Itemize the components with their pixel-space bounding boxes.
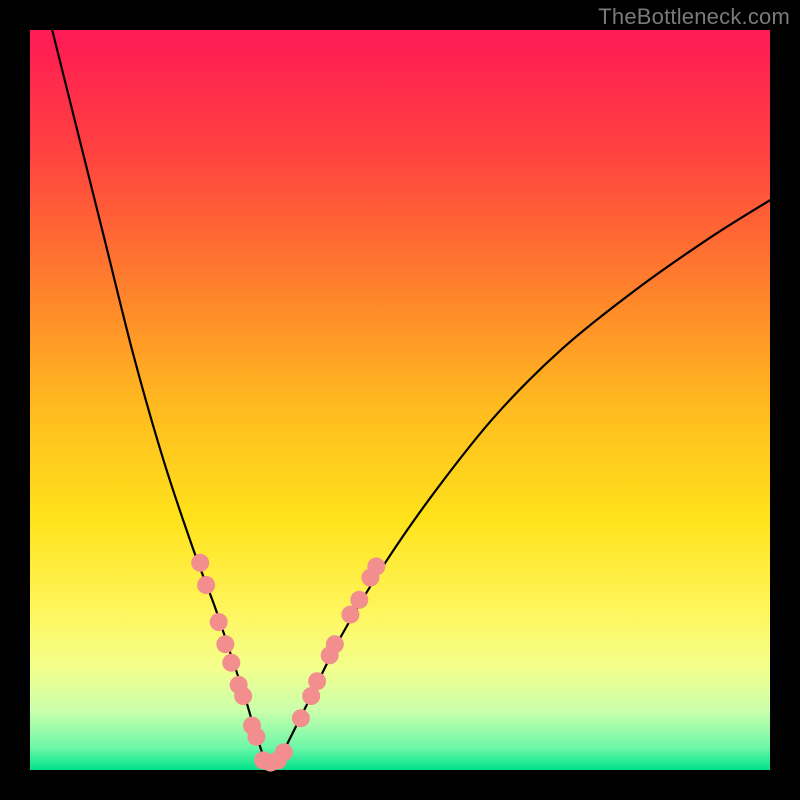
marker-dot — [308, 672, 326, 690]
marker-dot — [247, 728, 265, 746]
marker-dot — [222, 654, 240, 672]
chart-svg — [30, 30, 770, 770]
marker-dot — [275, 743, 293, 761]
watermark-text: TheBottleneck.com — [598, 4, 790, 30]
bottleneck-curve — [52, 30, 770, 766]
marker-dot — [292, 709, 310, 727]
marker-dot — [326, 635, 344, 653]
marker-dot — [350, 591, 368, 609]
outer-frame: TheBottleneck.com — [0, 0, 800, 800]
marker-dot — [234, 687, 252, 705]
marker-dot — [210, 613, 228, 631]
marker-dot — [367, 558, 385, 576]
marker-dot — [197, 576, 215, 594]
marker-dot — [191, 554, 209, 572]
marker-dot — [216, 635, 234, 653]
marker-layer — [191, 554, 385, 772]
